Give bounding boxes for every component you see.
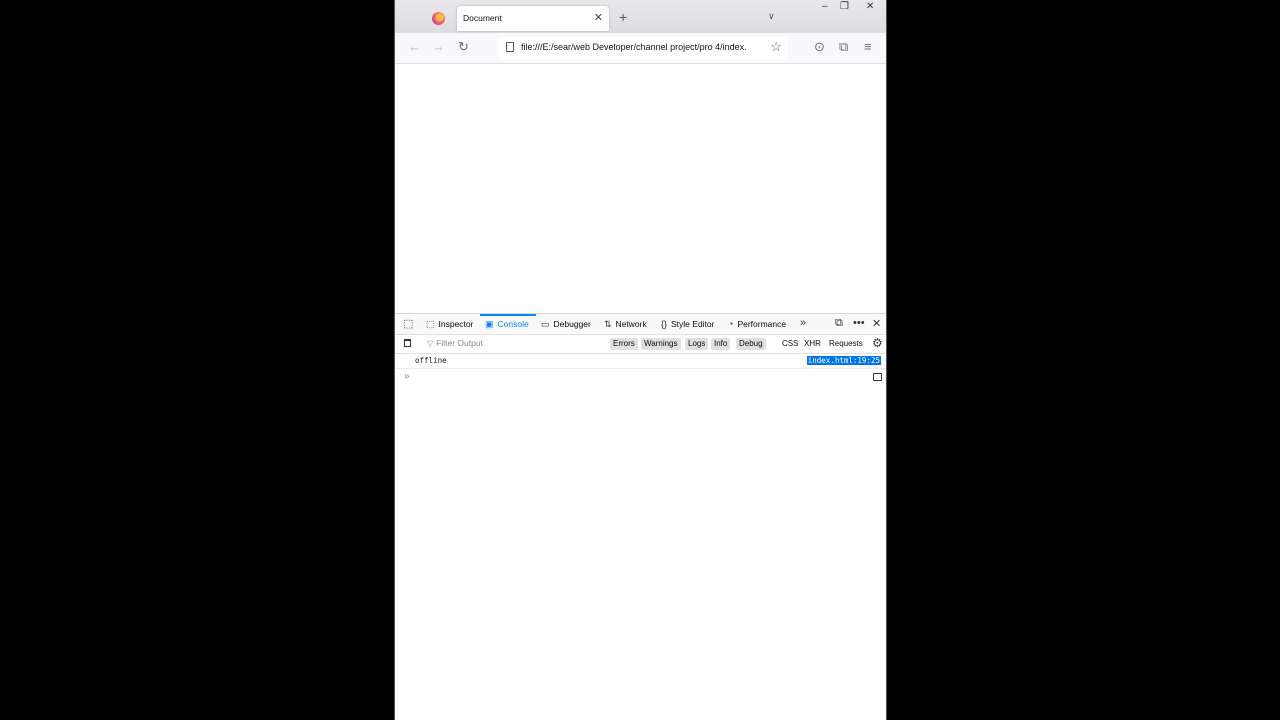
forward-button[interactable]: →	[432, 39, 445, 54]
tab-label: Performance	[737, 319, 787, 329]
console-message-source-link[interactable]: index.html:19:25	[806, 356, 881, 365]
console-input-prompt-icon[interactable]: »	[404, 371, 410, 382]
console-message-text: offline	[415, 356, 447, 365]
close-devtools-icon[interactable]: ✕	[872, 317, 881, 330]
filter-output-input[interactable]: ▽ Filter Output	[427, 338, 577, 348]
dock-toggle-icon[interactable]: ⧉	[835, 317, 843, 330]
tab-label: Debugger	[553, 319, 591, 329]
filter-info-button[interactable]: Info	[711, 338, 731, 350]
filter-css-button[interactable]: CSS	[782, 338, 798, 350]
tab-close-icon[interactable]: ✕	[594, 11, 603, 24]
more-tabs-icon[interactable]: »	[800, 317, 806, 329]
maximize-button[interactable]: ❐	[840, 1, 849, 12]
url-bar[interactable]: file:///E:/sear/web Developer/channel pr…	[498, 37, 788, 59]
tab-inspector[interactable]: ⬚ Inspector	[426, 319, 473, 330]
tab-console[interactable]: ▣ Console	[485, 319, 529, 330]
tab-label: Inspector	[438, 319, 474, 329]
filter-placeholder: Filter Output	[436, 338, 483, 348]
tab-label: Console	[497, 319, 529, 329]
filter-xhr-button[interactable]: XHR	[804, 338, 821, 350]
element-picker-icon[interactable]: ⬚	[403, 317, 413, 330]
clear-console-icon[interactable]	[404, 339, 411, 347]
tab-debugger[interactable]: ▭ Debugger	[541, 319, 591, 330]
console-filter-bar: ▽ Filter Output Errors Warnings Logs Info…	[395, 335, 886, 354]
debugger-icon: ▭	[541, 319, 550, 329]
navigation-toolbar: ← → ↻ file:///E:/sear/web Developer/chan…	[395, 33, 886, 64]
reload-button[interactable]: ↻	[458, 39, 469, 55]
console-settings-gear-icon[interactable]: ⚙	[872, 336, 883, 350]
back-button[interactable]: ←	[408, 39, 421, 54]
inspector-icon: ⬚	[426, 319, 435, 329]
tab-network[interactable]: ⇅ Network	[604, 319, 647, 330]
window-close-button[interactable]: ✕	[866, 1, 874, 12]
active-tab-indicator	[480, 314, 536, 316]
bookmark-star-icon[interactable]: ☆	[770, 39, 782, 55]
page-content	[395, 64, 886, 313]
filter-warnings-button[interactable]: Warnings	[641, 338, 681, 350]
filter-requests-button[interactable]: Requests	[829, 338, 863, 350]
tab-strip: Document ✕ + ∨ – ❐ ✕	[395, 0, 886, 33]
performance-icon: ◔	[728, 319, 734, 329]
new-tab-button[interactable]: +	[619, 9, 627, 25]
filter-logs-button[interactable]: Logs	[685, 338, 709, 350]
tab-label: Network	[615, 319, 647, 329]
firefox-logo-icon	[432, 12, 445, 25]
console-icon: ▣	[485, 319, 494, 329]
devtools-tabbar: ⬚ ⬚ Inspector ▣ Console ▭ Debugger ⇅ Network…	[395, 314, 886, 335]
tab-label: Style Editor	[671, 319, 715, 329]
tab-title: Document	[463, 13, 502, 23]
menu-icon[interactable]: ≡	[864, 39, 872, 54]
multiline-editor-toggle-icon[interactable]	[873, 373, 882, 381]
url-text[interactable]: file:///E:/sear/web Developer/channel pr…	[521, 42, 756, 52]
extensions-icon[interactable]: ⧉	[839, 39, 848, 55]
file-icon	[506, 42, 514, 52]
tab-performance[interactable]: ◔ Performance	[728, 319, 786, 329]
console-message: offline index.html:19:25	[395, 354, 886, 369]
filter-debug-button[interactable]: Debug	[736, 338, 766, 350]
network-icon: ⇅	[604, 319, 612, 329]
tab-style-editor[interactable]: {} Style Editor	[661, 319, 714, 329]
list-all-tabs-button[interactable]: ∨	[768, 11, 775, 22]
devtools-panel: ⬚ ⬚ Inspector ▣ Console ▭ Debugger ⇅ Network…	[395, 313, 886, 720]
more-options-icon[interactable]: •••	[853, 317, 865, 329]
browser-window: Document ✕ + ∨ – ❐ ✕ ← → ↻ file:///E:/se…	[395, 0, 886, 720]
style-editor-icon: {}	[661, 319, 668, 329]
minimize-button[interactable]: –	[822, 1, 828, 12]
browser-tab[interactable]: Document ✕	[457, 6, 609, 31]
pocket-icon[interactable]: ⊙	[814, 39, 825, 55]
funnel-icon: ▽	[427, 339, 434, 348]
filter-errors-button[interactable]: Errors	[610, 338, 638, 350]
